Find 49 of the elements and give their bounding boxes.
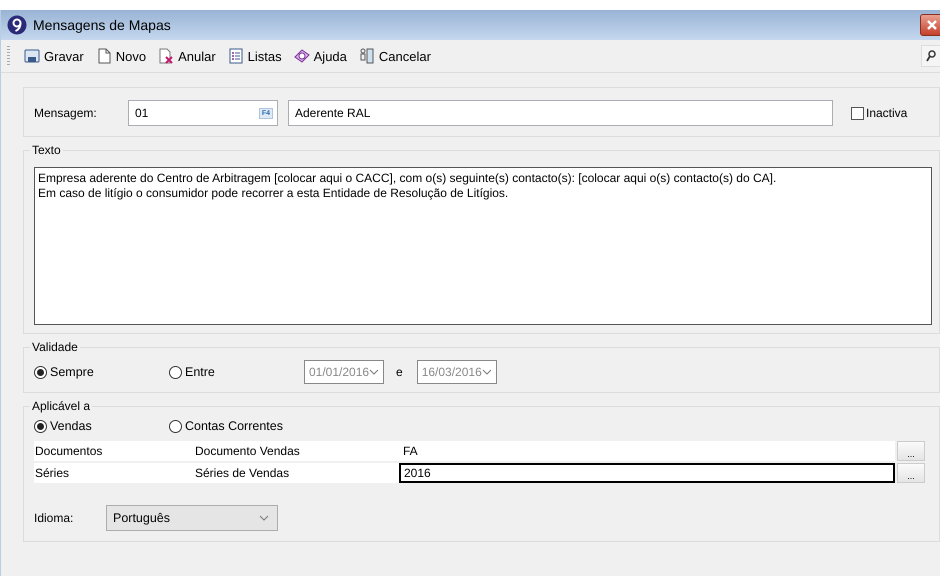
table-cell: Séries de Vendas: [194, 463, 399, 483]
toolbar-grip[interactable]: [7, 46, 10, 66]
toolbar-button[interactable]: Cancelar: [354, 46, 435, 66]
window-title: Mensagens de Mapas: [33, 17, 172, 33]
checkbox[interactable]: [851, 106, 864, 120]
help-icon: [294, 48, 310, 64]
close-icon: [926, 20, 938, 30]
exit-icon: [358, 48, 375, 64]
range-joiner: e: [396, 365, 403, 379]
new-icon: [96, 48, 112, 64]
group-title: Aplicável a: [31, 399, 92, 413]
radio-label: Contas Correntes: [185, 419, 283, 433]
search-icon: [926, 50, 936, 62]
cancel-doc-icon: [158, 48, 174, 64]
radio-button[interactable]: [169, 366, 182, 378]
toolbar-button[interactable]: Anular: [154, 46, 220, 66]
field-label: Mensagem:: [34, 106, 98, 120]
description-field[interactable]: Aderente RAL: [288, 100, 833, 126]
group-title: Validade: [31, 340, 79, 354]
toolbar-button[interactable]: Gravar: [20, 46, 88, 66]
chevron-down-icon: [482, 369, 492, 375]
table-cell[interactable]: FA: [399, 441, 895, 461]
checkbox-label: Inactiva: [866, 106, 908, 120]
toolbar-button[interactable]: Ajuda: [290, 46, 351, 66]
field-label: Idioma:: [34, 511, 74, 525]
radio-label: Sempre: [50, 365, 94, 379]
browse-button[interactable]: ...: [897, 441, 925, 461]
browse-button[interactable]: ...: [897, 463, 925, 483]
table-cell: Séries: [34, 463, 194, 483]
close-button[interactable]: [920, 14, 940, 36]
table-cell[interactable]: 2016: [399, 463, 895, 483]
chevron-down-icon: [369, 369, 379, 375]
search-button[interactable]: [921, 45, 940, 67]
table-cell: Documentos: [34, 441, 194, 461]
radio-button[interactable]: [169, 420, 182, 432]
message-text-area[interactable]: Empresa aderente do Centro de Arbitragem [colocar aqui o CACC], com o(s) seguinte(s) contacto(s): [colocar aqui o(s) contacto(s) do CA]. Em caso de litígio o consumidor pode recorrer a esta Entidade de Resolução de Litígios.: [34, 167, 932, 325]
chevron-down-icon: [259, 515, 269, 521]
save-icon: [24, 48, 40, 64]
radio-label: Vendas: [50, 419, 92, 433]
radio-button[interactable]: [34, 420, 47, 432]
app-logo-icon: [7, 15, 27, 35]
group-title: Texto: [31, 143, 62, 157]
table-cell: Documento Vendas: [194, 441, 399, 461]
radio-button[interactable]: [34, 366, 47, 378]
toolbar-button[interactable]: Novo: [92, 46, 150, 66]
toolbar-button[interactable]: Listas: [224, 46, 286, 66]
language-dropdown[interactable]: Português: [106, 505, 278, 531]
radio-label: Entre: [185, 365, 215, 379]
list-icon: [228, 48, 244, 64]
